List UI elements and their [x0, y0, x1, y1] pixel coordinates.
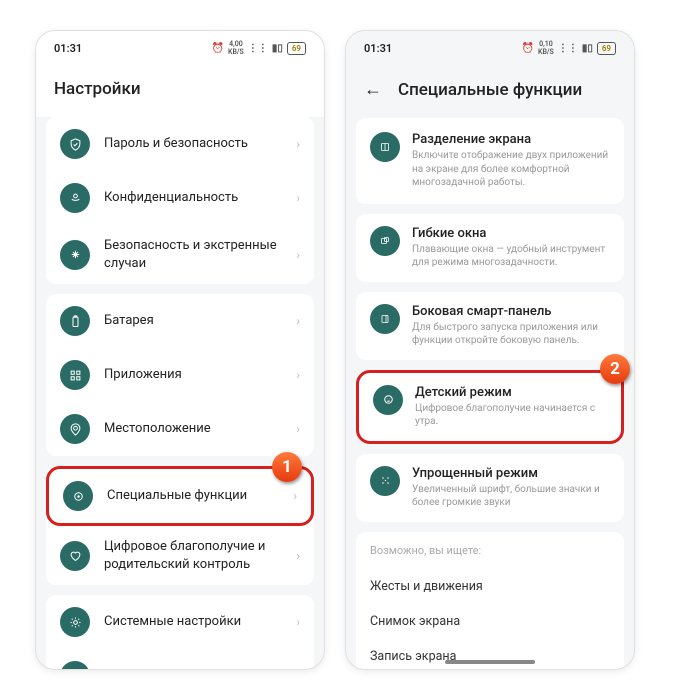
simple-mode-icon [370, 466, 400, 496]
wifi-icon: ⋮⋮ [248, 43, 268, 54]
battery-indicator: 69 [287, 42, 306, 55]
card-desc: Цифровое благополучие начинается с утра. [415, 402, 607, 429]
device-icon [60, 661, 90, 670]
card-simple-mode[interactable]: Упрощенный режим Увеличенный шрифт, боль… [356, 454, 624, 522]
highlighted-card-wrap: 2 Детский режим Цифровое благополучие на… [346, 370, 634, 444]
settings-group-3: Специальные функции › Цифровое благополу… [46, 466, 314, 585]
data-speed: 0,10KB/S [538, 40, 554, 56]
row-label: Приложения [104, 366, 282, 384]
battery-indicator: 69 [597, 42, 616, 55]
card-desc: Плавающие окна — удобный инструмент для … [412, 243, 610, 270]
card-desc: Увеличенный шрифт, большие значки и боле… [412, 483, 610, 510]
row-privacy[interactable]: Конфиденциальность › [46, 171, 314, 225]
row-about-device[interactable]: Об устройстве › [46, 649, 314, 670]
row-label: Батарея [104, 312, 282, 330]
card-title: Детский режим [415, 385, 607, 400]
signal-icon: ▮▯ [272, 43, 283, 54]
location-icon [60, 414, 90, 444]
card-flex-windows[interactable]: Гибкие окна Плавающие окна — удобный инс… [356, 214, 624, 282]
shield-icon [60, 129, 90, 159]
suggestion-screenrecord[interactable]: Запись экрана [370, 639, 610, 671]
row-label: Безопасность и экстренные случаи [104, 237, 282, 272]
kids-mode-icon [373, 385, 403, 415]
chevron-right-icon: › [296, 368, 300, 382]
row-system-settings[interactable]: Системные настройки › [46, 595, 314, 649]
back-button[interactable]: ← [364, 79, 382, 100]
status-time: 01:31 [54, 42, 82, 55]
step-badge-1: 1 [272, 452, 302, 482]
row-label: Пароль и безопасность [104, 135, 282, 153]
flex-windows-icon [370, 226, 400, 256]
chevron-right-icon: › [296, 137, 300, 151]
split-screen-icon [370, 132, 400, 162]
chevron-right-icon: › [293, 489, 297, 503]
privacy-icon [60, 183, 90, 213]
special-icon [63, 481, 93, 511]
card-title: Разделение экрана [412, 132, 610, 147]
wifi-icon: ⋮⋮ [558, 43, 578, 54]
sidebar-icon [370, 304, 400, 334]
settings-screen: 01:31 ⏰ 4,00KB/S ⋮⋮ ▮▯ 69 Настройки Паро… [35, 30, 325, 670]
search-suggestions: Возможно, вы ищете: Жесты и движения Сни… [356, 532, 624, 671]
chevron-right-icon: › [296, 669, 300, 670]
system-icon [60, 607, 90, 637]
battery-icon [60, 306, 90, 336]
home-indicator[interactable] [445, 660, 535, 664]
step-badge-2: 2 [600, 354, 630, 384]
settings-group-1: Пароль и безопасность › Конфиденциальнос… [46, 117, 314, 284]
row-label: Об устройстве [104, 667, 282, 670]
search-hint: Возможно, вы ищете: [370, 544, 610, 557]
chevron-right-icon: › [296, 248, 300, 262]
page-title: Специальные функции [398, 80, 582, 100]
card-title: Упрощенный режим [412, 466, 610, 481]
card-title: Боковая смарт-панель [412, 304, 610, 319]
card-kids-mode[interactable]: Детский режим Цифровое благополучие начи… [356, 370, 624, 444]
row-label: Специальные функции [107, 487, 279, 505]
status-bar: 01:31 ⏰ 4,00KB/S ⋮⋮ ▮▯ 69 [36, 31, 324, 65]
signal-icon: ▮▯ [582, 43, 593, 54]
highlighted-group: 1 Специальные функции › Цифровое благопо… [36, 466, 324, 585]
data-speed: 4,00KB/S [228, 40, 244, 56]
chevron-right-icon: › [296, 615, 300, 629]
page-title-bar: ← Специальные функции [346, 65, 634, 118]
alarm-icon: ⏰ [522, 43, 534, 54]
row-label: Местоположение [104, 420, 282, 438]
chevron-right-icon: › [296, 422, 300, 436]
emergency-icon [60, 240, 90, 270]
row-apps[interactable]: Приложения › [46, 348, 314, 402]
card-smart-sidebar[interactable]: Боковая смарт-панель Для быстрого запуск… [356, 292, 624, 360]
row-label: Цифровое благополучие и родительский кон… [104, 538, 282, 573]
chevron-right-icon: › [296, 549, 300, 563]
card-desc: Для быстрого запуска приложения или функ… [412, 321, 610, 348]
row-digital-wellbeing[interactable]: Цифровое благополучие и родительский кон… [46, 526, 314, 585]
chevron-right-icon: › [296, 314, 300, 328]
card-desc: Включите отображение двух приложений на … [412, 149, 610, 190]
apps-icon [60, 360, 90, 390]
special-functions-screen: 01:31 ⏰ 0,10KB/S ⋮⋮ ▮▯ 69 ← Специальные … [345, 30, 635, 670]
suggestion-screenshot[interactable]: Снимок экрана [370, 604, 610, 639]
settings-group-4: Системные настройки › Об устройстве › По… [46, 595, 314, 670]
alarm-icon: ⏰ [212, 43, 224, 54]
page-title: Настройки [36, 65, 324, 117]
row-location[interactable]: Местоположение › [46, 402, 314, 456]
wellbeing-icon [60, 541, 90, 571]
row-label: Системные настройки [104, 613, 282, 631]
card-split-screen[interactable]: Разделение экрана Включите отображение д… [356, 118, 624, 204]
suggestion-gestures[interactable]: Жесты и движения [370, 569, 610, 604]
status-right: ⏰ 0,10KB/S ⋮⋮ ▮▯ 69 [522, 40, 616, 56]
status-right: ⏰ 4,00KB/S ⋮⋮ ▮▯ 69 [212, 40, 306, 56]
status-bar: 01:31 ⏰ 0,10KB/S ⋮⋮ ▮▯ 69 [346, 31, 634, 65]
card-title: Гибкие окна [412, 226, 610, 241]
row-password-security[interactable]: Пароль и безопасность › [46, 117, 314, 171]
chevron-right-icon: › [296, 191, 300, 205]
row-label: Конфиденциальность [104, 189, 282, 207]
settings-group-2: Батарея › Приложения › Местоположение › [46, 294, 314, 456]
row-battery[interactable]: Батарея › [46, 294, 314, 348]
status-time: 01:31 [364, 42, 392, 55]
row-emergency[interactable]: Безопасность и экстренные случаи › [46, 225, 314, 284]
